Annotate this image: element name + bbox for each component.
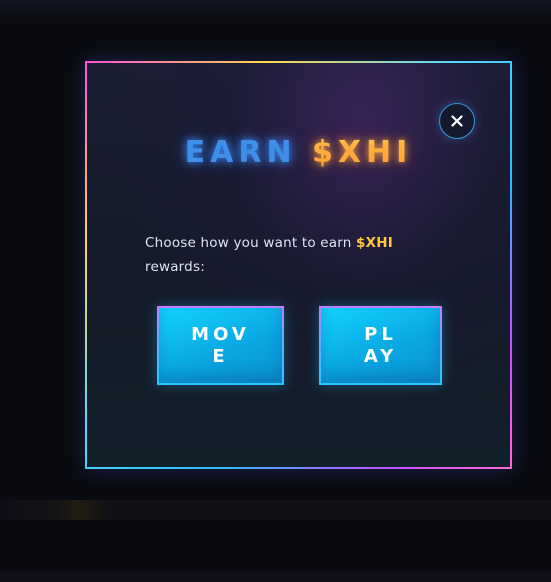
prompt-text: Choose how you want to earn $XHI rewards… bbox=[145, 231, 435, 279]
background-header bbox=[0, 0, 551, 18]
prompt-token: $XHI bbox=[356, 235, 393, 251]
move-button-label: MOVE bbox=[191, 323, 250, 367]
title-token-text: $XHI bbox=[312, 135, 413, 170]
play-button-label: PLAY bbox=[363, 323, 398, 367]
prompt-suffix: rewards: bbox=[145, 259, 205, 275]
background-bottom-bar bbox=[0, 572, 551, 582]
page: EARN $XHI Choose how you want to earn $X… bbox=[0, 0, 551, 582]
close-button[interactable] bbox=[439, 103, 475, 139]
move-button[interactable]: MOVE bbox=[157, 306, 284, 385]
play-button[interactable]: PLAY bbox=[319, 306, 442, 385]
earn-modal: EARN $XHI Choose how you want to earn $X… bbox=[85, 61, 512, 469]
modal-title: EARN $XHI bbox=[87, 135, 510, 170]
background-tab-strip bbox=[0, 500, 551, 520]
close-icon bbox=[451, 115, 463, 127]
title-earn-text: EARN bbox=[184, 135, 297, 170]
prompt-main: Choose how you want to earn bbox=[145, 235, 357, 251]
